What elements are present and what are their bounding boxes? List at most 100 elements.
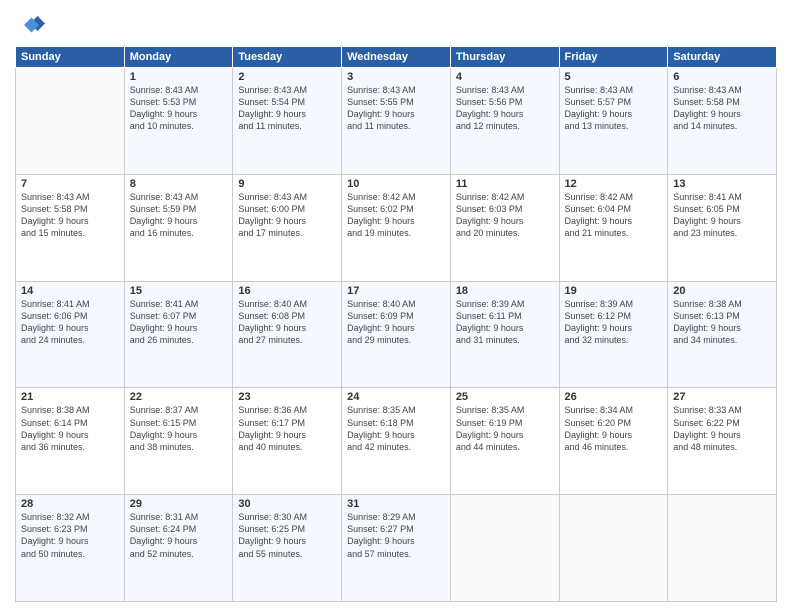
day-number: 20 — [673, 285, 771, 297]
week-row-3: 14Sunrise: 8:41 AM Sunset: 6:06 PM Dayli… — [16, 281, 777, 388]
day-cell — [450, 495, 559, 602]
day-cell: 15Sunrise: 8:41 AM Sunset: 6:07 PM Dayli… — [124, 281, 233, 388]
day-info: Sunrise: 8:34 AM Sunset: 6:20 PM Dayligh… — [565, 404, 663, 453]
day-cell: 19Sunrise: 8:39 AM Sunset: 6:12 PM Dayli… — [559, 281, 668, 388]
day-cell: 10Sunrise: 8:42 AM Sunset: 6:02 PM Dayli… — [342, 174, 451, 281]
header-row: SundayMondayTuesdayWednesdayThursdayFrid… — [16, 47, 777, 68]
day-number: 8 — [130, 178, 228, 190]
day-number: 2 — [238, 71, 336, 83]
day-number: 11 — [456, 178, 554, 190]
day-number: 25 — [456, 391, 554, 403]
day-cell: 17Sunrise: 8:40 AM Sunset: 6:09 PM Dayli… — [342, 281, 451, 388]
day-info: Sunrise: 8:40 AM Sunset: 6:09 PM Dayligh… — [347, 298, 445, 347]
day-cell: 14Sunrise: 8:41 AM Sunset: 6:06 PM Dayli… — [16, 281, 125, 388]
day-cell: 13Sunrise: 8:41 AM Sunset: 6:05 PM Dayli… — [668, 174, 777, 281]
day-info: Sunrise: 8:40 AM Sunset: 6:08 PM Dayligh… — [238, 298, 336, 347]
day-info: Sunrise: 8:43 AM Sunset: 6:00 PM Dayligh… — [238, 191, 336, 240]
week-row-1: 1Sunrise: 8:43 AM Sunset: 5:53 PM Daylig… — [16, 68, 777, 175]
day-number: 4 — [456, 71, 554, 83]
day-info: Sunrise: 8:30 AM Sunset: 6:25 PM Dayligh… — [238, 511, 336, 560]
day-info: Sunrise: 8:31 AM Sunset: 6:24 PM Dayligh… — [130, 511, 228, 560]
day-info: Sunrise: 8:41 AM Sunset: 6:07 PM Dayligh… — [130, 298, 228, 347]
header-cell-friday: Friday — [559, 47, 668, 68]
logo-icon — [15, 10, 45, 40]
page: SundayMondayTuesdayWednesdayThursdayFrid… — [0, 0, 792, 612]
day-cell: 30Sunrise: 8:30 AM Sunset: 6:25 PM Dayli… — [233, 495, 342, 602]
day-cell: 25Sunrise: 8:35 AM Sunset: 6:19 PM Dayli… — [450, 388, 559, 495]
day-number: 31 — [347, 498, 445, 510]
day-cell: 27Sunrise: 8:33 AM Sunset: 6:22 PM Dayli… — [668, 388, 777, 495]
day-number: 21 — [21, 391, 119, 403]
day-info: Sunrise: 8:33 AM Sunset: 6:22 PM Dayligh… — [673, 404, 771, 453]
day-number: 18 — [456, 285, 554, 297]
logo — [15, 10, 49, 40]
day-number: 29 — [130, 498, 228, 510]
day-number: 27 — [673, 391, 771, 403]
day-cell: 5Sunrise: 8:43 AM Sunset: 5:57 PM Daylig… — [559, 68, 668, 175]
day-cell: 1Sunrise: 8:43 AM Sunset: 5:53 PM Daylig… — [124, 68, 233, 175]
day-cell: 8Sunrise: 8:43 AM Sunset: 5:59 PM Daylig… — [124, 174, 233, 281]
day-cell: 11Sunrise: 8:42 AM Sunset: 6:03 PM Dayli… — [450, 174, 559, 281]
day-cell — [668, 495, 777, 602]
header-cell-monday: Monday — [124, 47, 233, 68]
day-info: Sunrise: 8:42 AM Sunset: 6:02 PM Dayligh… — [347, 191, 445, 240]
day-number: 28 — [21, 498, 119, 510]
day-info: Sunrise: 8:39 AM Sunset: 6:12 PM Dayligh… — [565, 298, 663, 347]
day-info: Sunrise: 8:38 AM Sunset: 6:14 PM Dayligh… — [21, 404, 119, 453]
day-info: Sunrise: 8:42 AM Sunset: 6:03 PM Dayligh… — [456, 191, 554, 240]
day-info: Sunrise: 8:41 AM Sunset: 6:06 PM Dayligh… — [21, 298, 119, 347]
day-info: Sunrise: 8:35 AM Sunset: 6:19 PM Dayligh… — [456, 404, 554, 453]
day-number: 22 — [130, 391, 228, 403]
day-cell: 3Sunrise: 8:43 AM Sunset: 5:55 PM Daylig… — [342, 68, 451, 175]
day-cell: 24Sunrise: 8:35 AM Sunset: 6:18 PM Dayli… — [342, 388, 451, 495]
day-number: 14 — [21, 285, 119, 297]
day-number: 3 — [347, 71, 445, 83]
day-cell — [16, 68, 125, 175]
header-cell-saturday: Saturday — [668, 47, 777, 68]
day-number: 9 — [238, 178, 336, 190]
day-number: 30 — [238, 498, 336, 510]
day-cell: 12Sunrise: 8:42 AM Sunset: 6:04 PM Dayli… — [559, 174, 668, 281]
day-number: 13 — [673, 178, 771, 190]
day-info: Sunrise: 8:43 AM Sunset: 5:56 PM Dayligh… — [456, 84, 554, 133]
week-row-4: 21Sunrise: 8:38 AM Sunset: 6:14 PM Dayli… — [16, 388, 777, 495]
day-cell: 7Sunrise: 8:43 AM Sunset: 5:58 PM Daylig… — [16, 174, 125, 281]
day-cell: 21Sunrise: 8:38 AM Sunset: 6:14 PM Dayli… — [16, 388, 125, 495]
day-info: Sunrise: 8:43 AM Sunset: 5:58 PM Dayligh… — [21, 191, 119, 240]
day-number: 6 — [673, 71, 771, 83]
day-number: 7 — [21, 178, 119, 190]
header-cell-sunday: Sunday — [16, 47, 125, 68]
day-info: Sunrise: 8:43 AM Sunset: 5:55 PM Dayligh… — [347, 84, 445, 133]
day-cell — [559, 495, 668, 602]
day-cell: 26Sunrise: 8:34 AM Sunset: 6:20 PM Dayli… — [559, 388, 668, 495]
day-number: 12 — [565, 178, 663, 190]
day-cell: 20Sunrise: 8:38 AM Sunset: 6:13 PM Dayli… — [668, 281, 777, 388]
day-cell: 4Sunrise: 8:43 AM Sunset: 5:56 PM Daylig… — [450, 68, 559, 175]
day-cell: 28Sunrise: 8:32 AM Sunset: 6:23 PM Dayli… — [16, 495, 125, 602]
day-info: Sunrise: 8:43 AM Sunset: 5:58 PM Dayligh… — [673, 84, 771, 133]
header-cell-tuesday: Tuesday — [233, 47, 342, 68]
day-cell: 22Sunrise: 8:37 AM Sunset: 6:15 PM Dayli… — [124, 388, 233, 495]
day-cell: 31Sunrise: 8:29 AM Sunset: 6:27 PM Dayli… — [342, 495, 451, 602]
day-number: 16 — [238, 285, 336, 297]
week-row-2: 7Sunrise: 8:43 AM Sunset: 5:58 PM Daylig… — [16, 174, 777, 281]
day-info: Sunrise: 8:43 AM Sunset: 5:54 PM Dayligh… — [238, 84, 336, 133]
day-cell: 2Sunrise: 8:43 AM Sunset: 5:54 PM Daylig… — [233, 68, 342, 175]
day-cell: 9Sunrise: 8:43 AM Sunset: 6:00 PM Daylig… — [233, 174, 342, 281]
day-cell: 23Sunrise: 8:36 AM Sunset: 6:17 PM Dayli… — [233, 388, 342, 495]
day-info: Sunrise: 8:43 AM Sunset: 5:53 PM Dayligh… — [130, 84, 228, 133]
day-info: Sunrise: 8:29 AM Sunset: 6:27 PM Dayligh… — [347, 511, 445, 560]
day-number: 15 — [130, 285, 228, 297]
day-cell: 6Sunrise: 8:43 AM Sunset: 5:58 PM Daylig… — [668, 68, 777, 175]
week-row-5: 28Sunrise: 8:32 AM Sunset: 6:23 PM Dayli… — [16, 495, 777, 602]
day-info: Sunrise: 8:42 AM Sunset: 6:04 PM Dayligh… — [565, 191, 663, 240]
header-cell-wednesday: Wednesday — [342, 47, 451, 68]
day-number: 23 — [238, 391, 336, 403]
day-number: 5 — [565, 71, 663, 83]
day-cell: 16Sunrise: 8:40 AM Sunset: 6:08 PM Dayli… — [233, 281, 342, 388]
day-number: 19 — [565, 285, 663, 297]
header-cell-thursday: Thursday — [450, 47, 559, 68]
day-info: Sunrise: 8:36 AM Sunset: 6:17 PM Dayligh… — [238, 404, 336, 453]
day-info: Sunrise: 8:43 AM Sunset: 5:59 PM Dayligh… — [130, 191, 228, 240]
calendar-table: SundayMondayTuesdayWednesdayThursdayFrid… — [15, 46, 777, 602]
